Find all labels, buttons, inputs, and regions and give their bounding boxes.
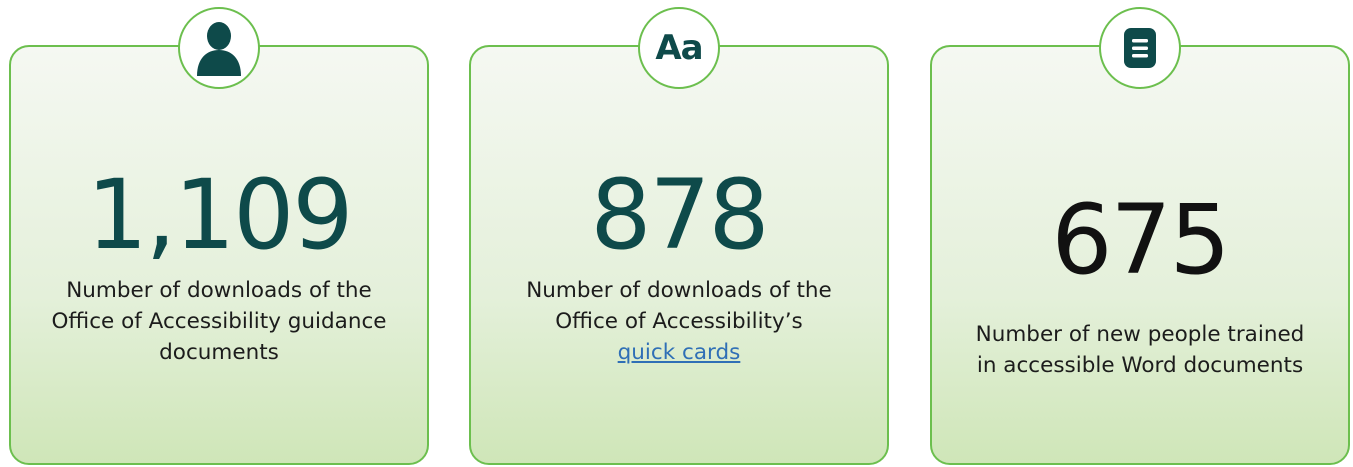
description-line: Office of Accessibility’s [555,309,803,334]
text-size-icon: Aa [655,28,703,68]
stat-description: Number of new people trained in accessib… [952,319,1328,381]
document-icon [1124,28,1156,68]
stat-description: Number of downloads of the Office of Acc… [31,275,407,368]
description-line: Number of new people trained [975,322,1305,347]
stats-cards: 1,109 Number of downloads of the Office … [0,0,1353,467]
description-line: in accessible Word documents [976,353,1304,378]
icon-badge [178,7,260,89]
person-icon [197,22,241,76]
quick-cards-link[interactable]: quick cards [618,340,741,365]
description-line: Office of Accessibility guidance [51,309,387,334]
stat-description: Number of downloads of the Office of Acc… [491,275,867,368]
icon-badge [1099,7,1181,89]
stat-value: 675 [1051,184,1230,296]
stat-card-quick-card-downloads: Aa 878 Number of downloads of the Office… [469,7,889,465]
stat-card-guidance-downloads: 1,109 Number of downloads of the Office … [9,7,429,465]
stat-value: 1,109 [86,159,354,271]
icon-badge: Aa [638,7,720,89]
description-line: documents [159,340,279,365]
description-line: Number of downloads of the [526,278,832,303]
stat-value: 878 [590,159,769,271]
description-line: Number of downloads of the [66,278,372,303]
stat-card-word-training: 675 Number of new people trained in acce… [930,7,1350,465]
